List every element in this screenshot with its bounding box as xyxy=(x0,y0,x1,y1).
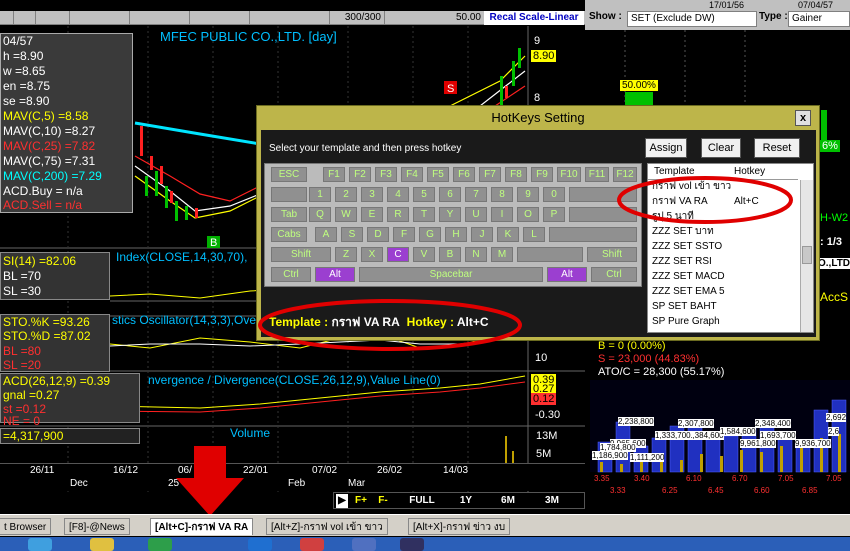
browser-tab[interactable]: t Browser xyxy=(0,518,52,535)
arrow-down-icon xyxy=(176,446,244,516)
windows-taskbar xyxy=(0,537,850,551)
app-icon[interactable] xyxy=(352,538,376,551)
app-icon[interactable] xyxy=(400,538,424,551)
tab-alt-c[interactable]: [Alt+C]-กราฟ VA RA xyxy=(150,518,254,535)
app-icon[interactable] xyxy=(148,538,172,551)
tab-alt-x[interactable]: [Alt+X]-กราฟ ข่าว งบ xyxy=(408,518,511,535)
annotation-overlay xyxy=(176,176,793,516)
tab-news[interactable]: [F8]-@News xyxy=(64,518,130,535)
app-icon[interactable] xyxy=(248,538,272,551)
app-icon[interactable] xyxy=(300,538,324,551)
template-tab-bar: t Browser [F8]-@News [Alt+C]-กราฟ VA RA … xyxy=(0,514,850,536)
screen: 300/300 50.00 Recal Scale-Linear S B MFE… xyxy=(0,0,850,551)
tab-alt-z[interactable]: [Alt+Z]-กราฟ vol เข้า ขาว xyxy=(266,518,388,535)
explorer-icon[interactable] xyxy=(90,538,114,551)
start-icon[interactable] xyxy=(28,538,52,551)
